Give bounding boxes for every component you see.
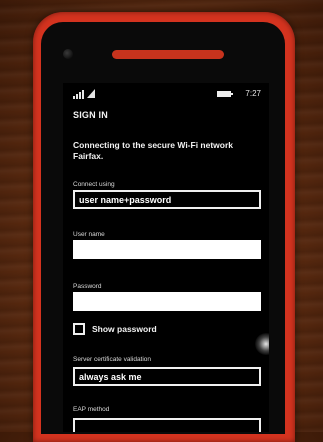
earpiece-speaker	[112, 50, 224, 59]
front-camera	[63, 49, 73, 59]
signal-icon	[73, 89, 84, 99]
light-reflection	[255, 333, 269, 355]
status-time: 7:27	[245, 89, 261, 98]
eap-method-select[interactable]	[73, 418, 261, 432]
connect-using-select[interactable]: user name+password	[73, 190, 261, 209]
user-name-label: User name	[73, 231, 105, 238]
server-cert-select[interactable]: always ask me	[73, 367, 261, 386]
wifi-icon	[87, 89, 95, 98]
eap-method-label: EAP method	[73, 406, 110, 413]
connect-using-value: user name+password	[79, 195, 172, 205]
battery-icon	[217, 91, 233, 97]
server-cert-value: always ask me	[79, 372, 142, 382]
phone-screen: 7:27 SIGN IN Connecting to the secure Wi…	[63, 83, 269, 432]
password-label: Password	[73, 283, 102, 290]
show-password-checkbox[interactable]	[73, 323, 85, 335]
server-cert-label: Server certificate validation	[73, 356, 152, 363]
status-bar: 7:27	[73, 89, 261, 101]
intro-text: Connecting to the secure Wi-Fi network F…	[73, 140, 234, 161]
show-password-label[interactable]: Show password	[92, 324, 157, 334]
connect-using-label: Connect using	[73, 181, 115, 188]
password-field[interactable]	[73, 292, 261, 311]
user-name-field[interactable]	[73, 240, 261, 259]
page-title: SIGN IN	[73, 110, 108, 120]
